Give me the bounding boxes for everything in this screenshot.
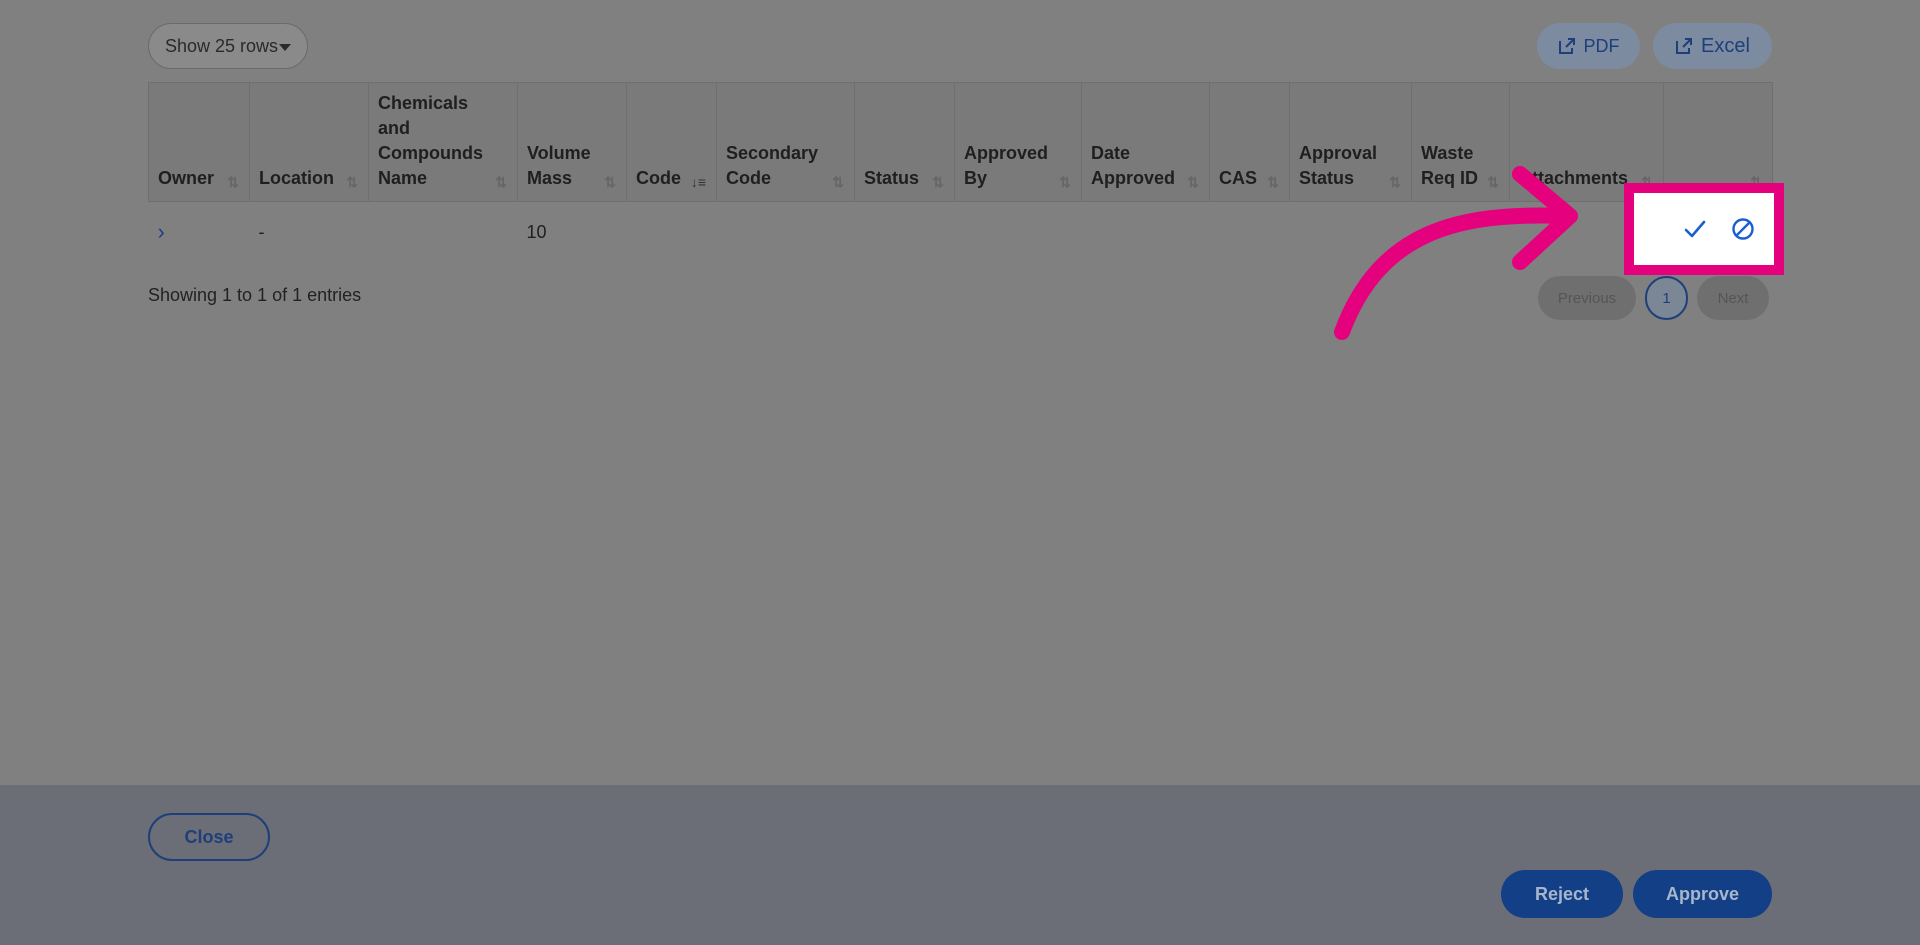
sort-icon: ⇅ [604, 174, 616, 190]
column-header-code[interactable]: Code ↓≡ [626, 82, 717, 202]
cell-volume-mass: 10 [526, 221, 547, 242]
export-icon [1558, 38, 1575, 54]
annotation-arrow [1334, 166, 1578, 340]
column-header-secondary-code[interactable]: Secondary Code ⇅ [716, 82, 855, 202]
column-label: CAS [1219, 168, 1258, 188]
excel-export-button[interactable]: Excel [1653, 23, 1772, 69]
row-actions-highlight [1624, 183, 1784, 275]
column-label: Location [259, 168, 334, 188]
cell-cas [1210, 202, 1290, 263]
sort-icon: ⇅ [832, 174, 844, 190]
sort-icon: ⇅ [932, 174, 944, 190]
column-header-chemicals-name[interactable]: Chemicals and Compounds Name ⇅ [368, 82, 518, 202]
column-header-location[interactable]: Location ⇅ [249, 82, 369, 202]
column-header-status[interactable]: Status ⇅ [854, 82, 955, 202]
cell-code [627, 202, 717, 263]
export-icon [1676, 38, 1693, 54]
column-header-approved-by[interactable]: Approved By ⇅ [954, 82, 1082, 202]
column-label: Owner [158, 168, 215, 188]
reject-button[interactable]: Reject [1501, 870, 1623, 918]
cell-location: - [258, 221, 265, 242]
sort-icon: ⇅ [495, 174, 507, 190]
column-label: Date Approved [1091, 143, 1176, 188]
cell-chemicals-name [369, 202, 518, 263]
cell-status [855, 202, 955, 263]
close-button[interactable]: Close [148, 813, 270, 861]
rows-select-label: Show 25 rows [165, 35, 279, 56]
pdf-export-button[interactable]: PDF [1537, 23, 1640, 69]
caret-down-icon [279, 44, 291, 51]
approve-button[interactable]: Approve [1633, 870, 1772, 918]
cell-approved-by [955, 202, 1082, 263]
column-label: Code [636, 168, 681, 188]
column-label: Approved By [964, 143, 1049, 188]
sort-icon: ⇅ [1267, 174, 1279, 190]
sort-icon: ⇅ [1059, 174, 1071, 190]
cell-owner: › [149, 202, 250, 263]
page-1-button[interactable]: 1 [1645, 276, 1688, 320]
column-header-owner[interactable]: Owner ⇅ [148, 82, 250, 202]
column-label: Volume Mass [527, 143, 591, 188]
column-header-cas[interactable]: CAS ⇅ [1209, 82, 1290, 202]
sort-icon: ⇅ [1187, 174, 1199, 190]
entries-info: Showing 1 to 1 of 1 entries [148, 285, 362, 305]
rows-per-page-select[interactable]: Show 25 rows [148, 23, 308, 69]
column-header-volume-mass[interactable]: Volume Mass ⇅ [517, 82, 627, 202]
cell-secondary-code [717, 202, 855, 263]
sort-icon: ⇅ [346, 174, 358, 190]
sort-icon: ⇅ [1750, 174, 1762, 190]
page-background: Show 25 rows PDF Excel Owner ⇅ Location ⇅ … [0, 0, 1920, 785]
excel-label: Excel [1701, 34, 1750, 57]
sort-icon: ⇅ [227, 174, 239, 190]
sort-descending-icon: ↓≡ [690, 174, 706, 190]
ban-icon[interactable] [1730, 216, 1756, 242]
column-label: Status [864, 168, 920, 188]
check-icon[interactable] [1682, 216, 1708, 242]
pdf-label: PDF [1583, 35, 1620, 56]
cell-date-approved [1082, 202, 1210, 263]
chevron-right-icon[interactable]: › [158, 219, 165, 244]
modal-footer [0, 785, 1920, 945]
next-page-button[interactable]: Next [1697, 276, 1769, 320]
column-header-date-approved[interactable]: Date Approved ⇅ [1081, 82, 1210, 202]
column-header-actions[interactable]: ⇅ [1663, 82, 1773, 202]
column-label: Secondary Code [726, 143, 819, 188]
column-label: Chemicals and Compounds Name [378, 93, 483, 188]
sort-icon: ⇅ [1641, 174, 1653, 190]
